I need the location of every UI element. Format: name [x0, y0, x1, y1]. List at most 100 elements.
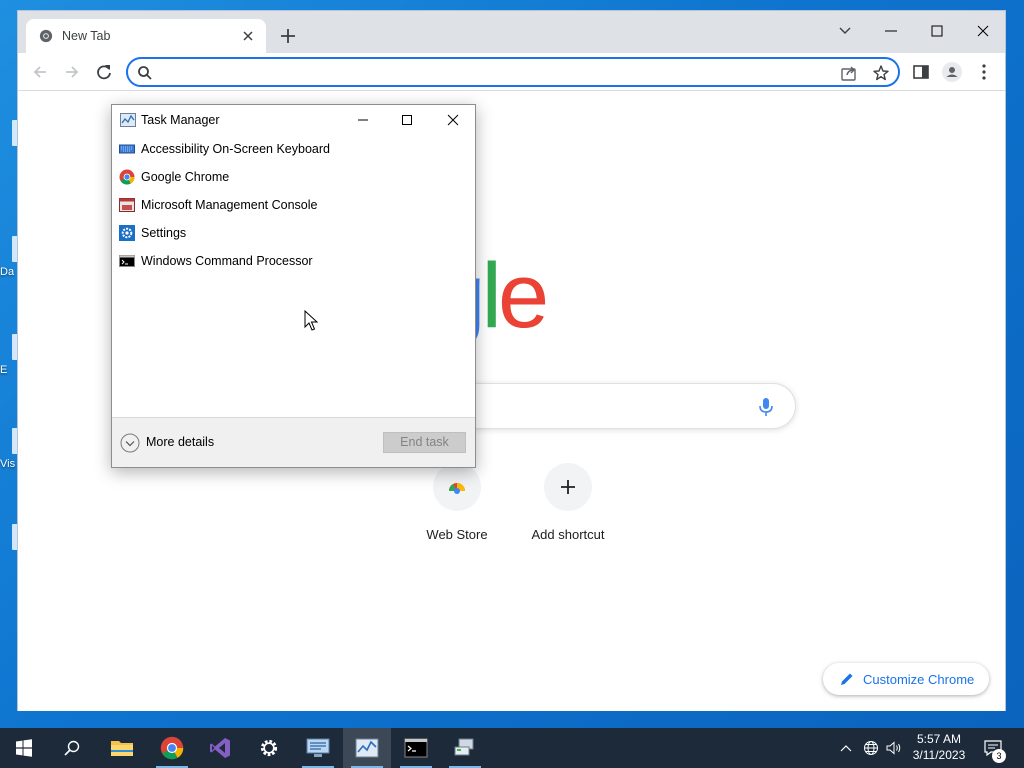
process-name: Google Chrome	[141, 170, 230, 184]
minimize-icon	[358, 119, 368, 121]
taskbar: 5:57 AM 3/11/2023 3	[0, 728, 1024, 768]
end-task-button[interactable]: End task	[383, 432, 466, 453]
process-row[interactable]: Windows Command Processor	[112, 247, 475, 275]
taskbar-settings[interactable]	[245, 728, 293, 768]
task-manager-title: Task Manager	[141, 113, 220, 127]
cmd-icon	[119, 255, 135, 267]
chrome-icon	[160, 736, 184, 760]
reload-icon[interactable]	[93, 61, 115, 83]
mmc-icon	[119, 198, 135, 212]
start-button[interactable]	[0, 728, 48, 768]
tray-overflow-button[interactable]	[836, 728, 856, 768]
task-manager-window: Task Manager Accessibility On-Screen Key…	[111, 104, 476, 468]
customize-label: Customize Chrome	[863, 672, 975, 687]
process-row[interactable]: Microsoft Management Console	[112, 191, 475, 219]
close-window-icon[interactable]	[968, 17, 998, 45]
taskbar-file-explorer[interactable]	[98, 728, 146, 768]
omnibox[interactable]	[126, 57, 900, 87]
profile-avatar-icon[interactable]	[941, 61, 963, 83]
bookmark-star-icon[interactable]	[872, 64, 890, 82]
settings-icon	[260, 739, 278, 757]
maximize-icon	[402, 115, 412, 125]
visual-studio-icon	[210, 738, 230, 758]
process-row[interactable]: Google Chrome	[112, 163, 475, 191]
chevron-up-icon	[840, 745, 852, 752]
speaker-icon	[886, 741, 901, 755]
task-manager-icon	[355, 738, 379, 758]
tab-strip: New Tab	[18, 11, 1005, 53]
forward-icon[interactable]	[61, 61, 83, 83]
process-name: Microsoft Management Console	[141, 198, 318, 212]
menu-kebab-icon[interactable]	[973, 61, 995, 83]
microphone-icon[interactable]	[757, 397, 775, 417]
expand-chevron-icon[interactable]	[120, 433, 140, 453]
taskbar-visual-studio[interactable]	[196, 728, 244, 768]
customize-chrome-button[interactable]: Customize Chrome	[823, 663, 989, 695]
desktop-icon-label: Da	[0, 266, 15, 278]
remote-desktop-icon	[306, 738, 330, 757]
settings-gear-icon	[119, 225, 135, 241]
close-tab-icon[interactable]	[240, 28, 256, 44]
chrome-icon	[119, 169, 135, 185]
desktop-icon-label: Vis	[0, 458, 16, 470]
tab-title: New Tab	[62, 29, 111, 43]
plus-icon	[561, 480, 575, 494]
task-manager-titlebar[interactable]: Task Manager	[112, 105, 475, 135]
process-row[interactable]: Settings	[112, 219, 475, 247]
clock-date: 3/11/2023	[912, 748, 966, 762]
taskbar-clock[interactable]: 5:57 AM 3/11/2023	[904, 731, 974, 763]
minimize-icon[interactable]	[876, 17, 906, 45]
shortcut-tile	[433, 463, 481, 511]
shortcut-label: Web Store	[426, 527, 488, 542]
search-icon	[138, 66, 152, 80]
shortcut-tile	[544, 463, 592, 511]
cmd-icon	[404, 738, 428, 758]
address-input[interactable]	[158, 63, 808, 81]
side-panel-icon[interactable]	[910, 61, 932, 83]
maximize-icon[interactable]	[922, 17, 952, 45]
back-icon[interactable]	[29, 61, 51, 83]
keyboard-icon	[119, 144, 135, 154]
taskbar-cmd[interactable]	[392, 728, 440, 768]
taskbar-chrome[interactable]	[148, 728, 196, 768]
pencil-icon	[841, 673, 853, 685]
tm-close-button[interactable]	[430, 105, 476, 135]
search-icon	[64, 740, 80, 756]
share-icon[interactable]	[840, 64, 858, 82]
task-manager-icon	[120, 113, 136, 127]
logo-letter: e	[497, 245, 549, 347]
mouse-cursor-icon	[304, 310, 318, 331]
process-name: Windows Command Processor	[141, 254, 313, 268]
shortcut-web-store[interactable]: Web Store	[401, 463, 513, 553]
shortcut-label: Add shortcut	[531, 527, 605, 542]
taskbar-remote-desktop[interactable]	[294, 728, 342, 768]
windows-start-icon	[16, 739, 32, 757]
close-icon	[447, 114, 459, 126]
tray-network[interactable]	[860, 728, 882, 768]
tm-minimize-button[interactable]	[340, 105, 386, 135]
tab-search-icon[interactable]	[830, 17, 860, 45]
desktop-icon-label: E	[0, 364, 8, 376]
new-tab-icon[interactable]	[277, 25, 299, 47]
shortcut-add[interactable]: Add shortcut	[512, 463, 624, 553]
file-explorer-icon	[111, 741, 133, 756]
taskbar-task-manager[interactable]	[343, 728, 391, 768]
network-globe-icon	[864, 741, 878, 755]
process-row[interactable]: Accessibility On-Screen Keyboard	[112, 135, 475, 163]
task-manager-footer: More details End task	[112, 417, 475, 467]
tray-volume[interactable]	[884, 728, 904, 768]
tab-new-tab[interactable]: New Tab	[26, 19, 266, 53]
process-name: Accessibility On-Screen Keyboard	[141, 142, 330, 156]
process-name: Settings	[141, 226, 187, 240]
logo-letter: l	[481, 245, 503, 347]
more-details-link[interactable]: More details	[146, 435, 214, 449]
tm-maximize-button[interactable]	[384, 105, 430, 135]
action-center-button[interactable]	[978, 728, 1008, 768]
network-drive-icon	[454, 738, 474, 756]
process-list: Accessibility On-Screen Keyboard Google …	[112, 135, 475, 275]
web-store-icon	[448, 483, 465, 494]
taskbar-network-drive[interactable]	[441, 728, 489, 768]
clock-time: 5:57 AM	[916, 732, 962, 746]
search-button[interactable]	[48, 728, 96, 768]
chrome-favicon-icon	[39, 29, 53, 43]
